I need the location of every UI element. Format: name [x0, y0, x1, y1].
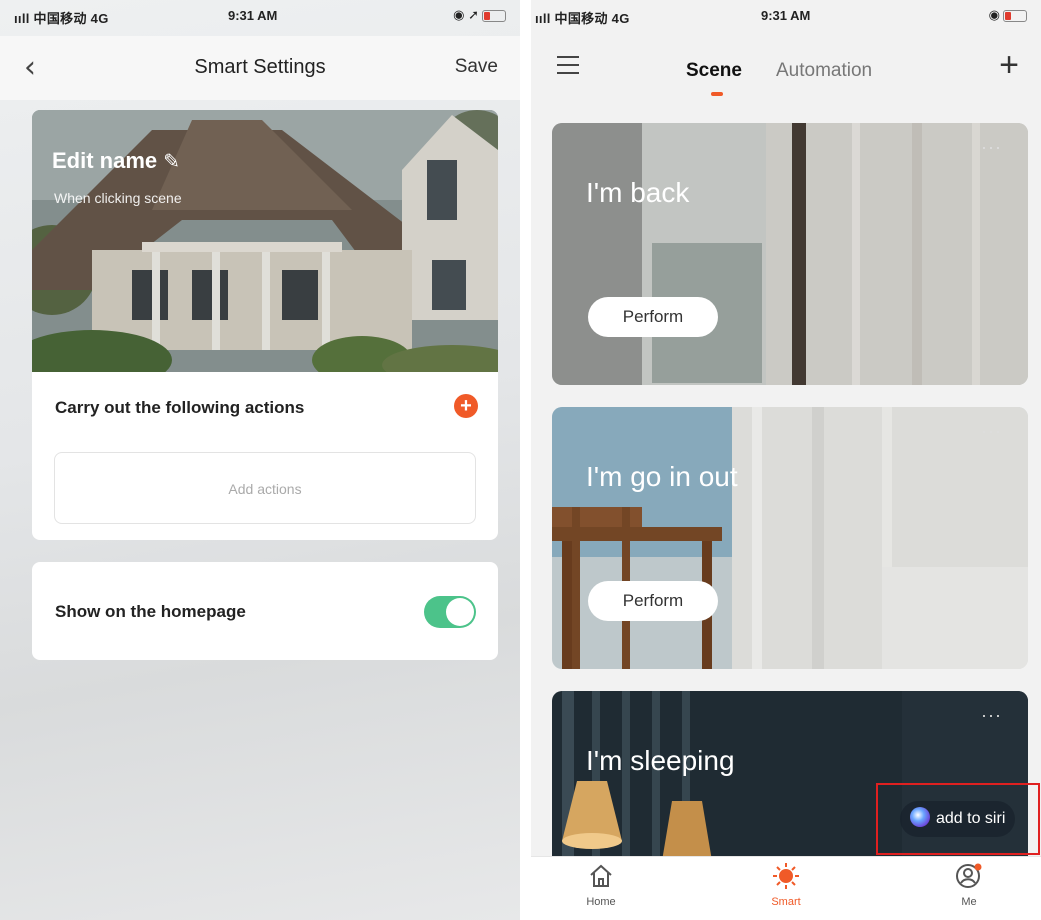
add-to-siri-highlight: add to siri	[876, 783, 1040, 855]
tab-scene[interactable]: Scene	[686, 60, 742, 82]
siri-icon	[910, 807, 930, 828]
tabbar-item-smart[interactable]: Smart	[746, 863, 826, 908]
status-icons: ◉	[989, 7, 1027, 23]
scene-title: I'm sleeping	[586, 745, 735, 776]
carrier-label: ııll 中国移动 4G	[535, 11, 630, 26]
add-to-siri-button[interactable]: add to siri	[900, 801, 1016, 837]
show-on-homepage-label: Show on the homepage	[55, 602, 246, 621]
status-indicators: ◉	[988, 7, 1000, 22]
trigger-subtitle: When clicking scene	[54, 190, 182, 206]
more-options-icon[interactable]: ···	[981, 421, 1002, 442]
bottom-tab-bar: Home Smart Me	[531, 856, 1041, 920]
scene-name-label: Edit name	[52, 148, 158, 173]
show-on-homepage-toggle[interactable]	[424, 596, 476, 628]
status-time: 9:31 AM	[228, 8, 278, 23]
curtain-window-image	[552, 123, 1028, 385]
battery-icon	[482, 9, 506, 22]
more-options-icon[interactable]: ···	[981, 705, 1002, 726]
scene-card-go-out[interactable]: I'm go in out ··· Perform	[552, 407, 1028, 669]
plus-icon[interactable]: +	[999, 46, 1019, 85]
status-indicators: ◉ ➚	[453, 7, 479, 22]
more-options-icon[interactable]: ···	[981, 137, 1002, 158]
active-tab-indicator	[711, 92, 723, 96]
scene-list-screen: ııll 中国移动 4G 9:31 AM ◉ Scene Automation …	[531, 0, 1041, 920]
sun-icon	[773, 863, 799, 889]
homepage-card: Show on the homepage	[32, 562, 498, 660]
scene-title: I'm back	[586, 177, 690, 208]
status-icons: ◉ ➚	[453, 7, 506, 23]
scene-title: I'm go in out	[586, 461, 738, 492]
status-bar: ııll 中国移动 4G 9:31 AM ◉	[531, 0, 1041, 36]
status-bar: ııll 中国移动 4G 9:31 AM ◉ ➚	[0, 0, 520, 36]
tab-automation[interactable]: Automation	[776, 60, 872, 82]
tabbar-label: Smart	[771, 896, 801, 908]
actions-card: Carry out the following actions + Add ac…	[32, 372, 498, 540]
smart-settings-screen: ııll 中国移动 4G 9:31 AM ◉ ➚ ‹ Smart Setting…	[0, 0, 520, 920]
tabbar-label: Home	[586, 896, 616, 908]
perform-button[interactable]: Perform	[588, 581, 718, 621]
save-button[interactable]: Save	[455, 56, 498, 78]
add-actions-button[interactable]: Add actions	[54, 452, 476, 524]
scene-cover-image[interactable]: Edit name ✎ When clicking scene	[32, 110, 498, 372]
user-icon	[956, 863, 982, 888]
tabbar-item-home[interactable]: Home	[561, 863, 641, 908]
perform-button[interactable]: Perform	[588, 297, 718, 337]
tabbar-item-me[interactable]: Me	[929, 863, 1009, 908]
toggle-knob	[446, 598, 474, 626]
hamburger-menu-icon[interactable]	[557, 56, 579, 80]
plus-circle-icon[interactable]: +	[454, 394, 478, 418]
add-to-siri-label: add to siri	[936, 810, 1006, 827]
page-title: Smart Settings	[194, 56, 326, 78]
nav-bar: ‹ Smart Settings Save	[0, 36, 520, 100]
pencil-icon[interactable]: ✎	[163, 149, 180, 173]
actions-label: Carry out the following actions	[55, 398, 305, 417]
status-time: 9:31 AM	[761, 8, 811, 23]
nav-bar: Scene Automation +	[531, 36, 1041, 100]
home-icon	[590, 864, 612, 887]
tabbar-label: Me	[961, 896, 977, 908]
room-image	[552, 407, 1028, 669]
battery-icon	[1003, 9, 1027, 22]
scene-card-back[interactable]: I'm back ··· Perform	[552, 123, 1028, 385]
carrier-label: ııll 中国移动 4G	[14, 11, 109, 26]
edit-name-heading[interactable]: Edit name ✎	[52, 148, 180, 174]
